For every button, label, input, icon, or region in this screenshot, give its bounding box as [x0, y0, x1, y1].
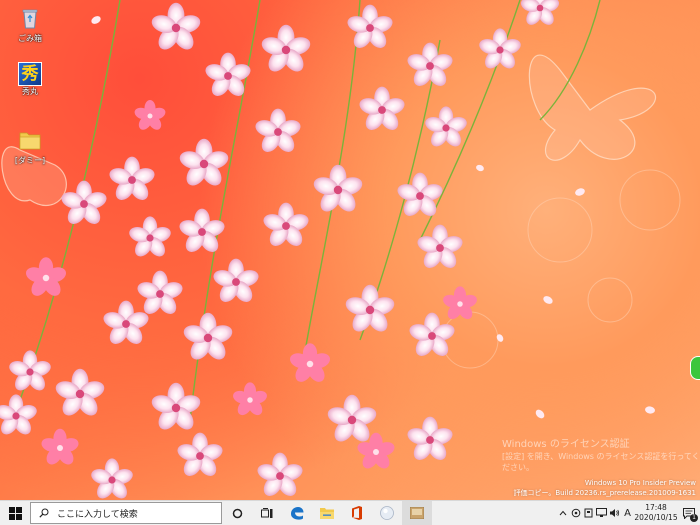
taskbar-search-box[interactable]: ここに入力して検索	[30, 502, 222, 524]
activation-title: Windows のライセンス認証	[502, 439, 630, 450]
desktop-icon-label: ごみ箱	[18, 34, 42, 43]
show-hidden-icons-button[interactable]	[556, 501, 569, 525]
watermark-build: 評価コピー。Build 20236.rs_prerelease.201009-1…	[513, 489, 696, 497]
file-explorer-button[interactable]	[312, 501, 342, 525]
orb-app-icon	[380, 506, 394, 520]
tray-device-button[interactable]	[582, 501, 595, 525]
office-icon	[352, 506, 362, 520]
hidemaru-app-icon: 秀	[18, 62, 42, 86]
speaker-icon	[610, 509, 620, 517]
clock[interactable]: 17:48 2020/10/15	[634, 503, 678, 523]
recycle-bin-icon	[22, 9, 38, 29]
notification-count-badge: 1	[690, 514, 698, 522]
desktop-icon-label: [ダミー]	[14, 156, 46, 165]
cortana-icon	[232, 508, 242, 518]
edge-side-tab[interactable]	[690, 356, 700, 380]
action-center-button[interactable]: 1	[678, 501, 700, 525]
hidemaru-logo-text: 秀	[21, 64, 39, 84]
desktop-icon-hidemaru[interactable]: 秀 秀丸	[10, 62, 50, 97]
edge-icon	[291, 507, 304, 520]
device-icon	[584, 508, 592, 518]
build-watermark: Windows 10 Pro Insider Preview 評価コピー。Bui…	[513, 478, 696, 498]
network-icon	[596, 508, 607, 517]
windows-logo-icon	[8, 506, 22, 520]
search-icon	[39, 508, 49, 518]
desktop-icon-folder[interactable]: [ダミー]	[10, 128, 50, 166]
volume-button[interactable]	[608, 501, 621, 525]
chevron-up-icon	[559, 510, 566, 516]
clock-date: 2020/10/15	[634, 513, 678, 522]
desktop-icon-label: 秀丸	[22, 87, 38, 96]
desktop-wallpaper	[0, 0, 681, 500]
task-view-icon	[261, 507, 273, 518]
tray-app-icon	[571, 508, 580, 518]
app-button-active[interactable]	[402, 501, 432, 525]
app-icon	[410, 507, 424, 519]
folder-icon	[19, 132, 41, 150]
desktop-icon-recycle-bin[interactable]: ごみ箱	[10, 6, 50, 44]
office-button[interactable]	[342, 501, 372, 525]
network-button[interactable]	[595, 501, 608, 525]
watermark-edition: Windows 10 Pro Insider Preview	[584, 479, 696, 487]
start-button[interactable]	[0, 501, 30, 525]
file-explorer-icon	[320, 508, 334, 519]
edge-button[interactable]	[282, 501, 312, 525]
ime-mode-indicator[interactable]: A	[621, 501, 634, 525]
activation-notice: Windows のライセンス認証 [設定] を開き、Windows のライセンス…	[502, 438, 700, 473]
system-tray: A 17:48 2020/10/15 1	[556, 501, 700, 525]
orb-app-button[interactable]	[372, 501, 402, 525]
tray-app-button[interactable]	[569, 501, 582, 525]
task-view-button[interactable]	[252, 501, 282, 525]
taskbar: ここに入力して検索 A 17:48 2020/10/15 1	[0, 500, 700, 525]
cortana-button[interactable]	[222, 501, 252, 525]
search-placeholder: ここに入力して検索	[57, 509, 138, 520]
activation-message: [設定] を開き、Windows のライセンス認証を行ってください。	[502, 452, 700, 472]
clock-time: 17:48	[645, 503, 667, 512]
